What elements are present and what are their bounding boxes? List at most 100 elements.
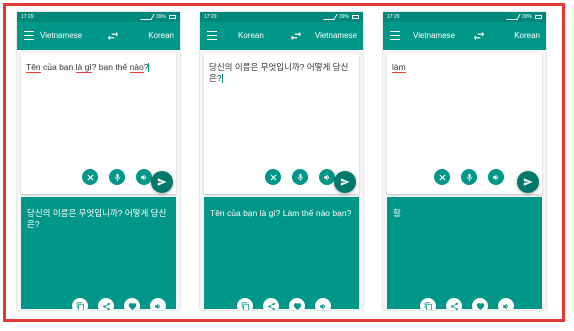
share-icon	[102, 302, 110, 310]
mic-icon	[114, 173, 120, 181]
heart-icon	[128, 302, 136, 310]
phone-screen-2: 17:29 39% Korean Vietnamese 당신의 이름은 무엇입니…	[200, 12, 363, 310]
signal-icon	[323, 14, 338, 20]
menu-icon[interactable]	[390, 31, 400, 41]
speak-output-button[interactable]	[498, 298, 514, 310]
translate-send-button[interactable]	[517, 171, 539, 193]
favorite-button[interactable]	[472, 298, 488, 310]
heart-icon	[293, 302, 301, 310]
input-word: ? bạn thế	[91, 62, 130, 72]
close-icon	[269, 173, 277, 181]
speaker-icon	[319, 303, 325, 309]
input-text-field[interactable]: Tên của bạn là gì? bạn thế nào?	[26, 62, 171, 73]
battery-icon	[352, 15, 359, 19]
input-word: Tên	[26, 62, 41, 73]
share-button[interactable]	[446, 298, 462, 310]
send-icon	[340, 178, 350, 186]
close-icon	[86, 173, 94, 181]
share-icon	[450, 302, 458, 310]
status-time: 17:29	[21, 14, 34, 20]
send-icon	[157, 178, 167, 186]
input-text-field[interactable]: 당신의 이름은 무엇입니까? 어떻게 당신은?	[209, 62, 354, 84]
status-indicators: 39%	[323, 12, 359, 22]
output-card: Tên của bạn là gì? Làm thế nào bạn?	[204, 197, 359, 310]
speaker-icon	[323, 174, 329, 180]
mic-icon	[466, 173, 472, 181]
battery-percent: 39%	[155, 14, 166, 20]
app-bar: Korean Vietnamese	[200, 22, 363, 50]
input-word: của bạn	[40, 62, 76, 72]
status-bar: 17:29 39%	[383, 12, 546, 22]
swap-icon[interactable]	[289, 29, 303, 43]
input-word: nào	[129, 62, 144, 73]
translation-output: Tên của bạn là gì? Làm thế nào bạn?	[210, 208, 352, 218]
phone-screen-1: 17:29 39% Vietnamese Korean Tên của bạn …	[17, 12, 180, 310]
app-bar: Vietnamese Korean	[17, 22, 180, 50]
clear-button[interactable]	[265, 169, 281, 185]
copy-button[interactable]	[72, 298, 88, 310]
target-language-button[interactable]: Korean	[488, 31, 540, 40]
input-card: làm	[387, 54, 542, 194]
target-language-button[interactable]: Korean	[122, 31, 174, 40]
share-button[interactable]	[98, 298, 114, 310]
copy-button[interactable]	[237, 298, 253, 310]
copy-icon	[76, 301, 84, 310]
share-icon	[267, 302, 275, 310]
status-bar: 17:29 39%	[200, 12, 363, 22]
source-language-button[interactable]: Vietnamese	[40, 31, 100, 40]
clear-button[interactable]	[434, 169, 450, 185]
speaker-icon	[502, 303, 508, 309]
speak-input-button[interactable]	[319, 169, 335, 185]
status-indicators: 39%	[140, 12, 176, 22]
input-text-field[interactable]: làm	[392, 62, 537, 73]
input-card: Tên của bạn là gì? bạn thế nào?	[21, 54, 176, 194]
mic-button[interactable]	[292, 169, 308, 185]
app-bar: Vietnamese Korean	[383, 22, 546, 50]
menu-icon[interactable]	[207, 31, 217, 41]
speaker-icon	[492, 174, 498, 180]
battery-percent: 39%	[338, 14, 349, 20]
battery-percent: 39%	[521, 14, 532, 20]
mic-button[interactable]	[109, 169, 125, 185]
status-time: 17:29	[204, 14, 217, 20]
translate-send-button[interactable]	[151, 171, 173, 193]
speak-input-button[interactable]	[136, 169, 152, 185]
heart-icon	[476, 302, 484, 310]
speak-output-button[interactable]	[315, 298, 331, 310]
battery-icon	[535, 15, 542, 19]
copy-icon	[424, 301, 432, 310]
input-word: 당신의 이름은 무엇입니까? 어떻게 당신은?	[209, 62, 349, 83]
speaker-icon	[154, 303, 160, 309]
status-time: 17:29	[387, 14, 400, 20]
mic-button[interactable]	[461, 169, 477, 185]
translation-output: 당신의 이름은 무엇입니까? 어떻게 당신은?	[27, 208, 167, 229]
swap-icon[interactable]	[106, 29, 120, 43]
menu-icon[interactable]	[24, 31, 34, 41]
input-card: 당신의 이름은 무엇입니까? 어떻게 당신은?	[204, 54, 359, 194]
favorite-button[interactable]	[289, 298, 305, 310]
signal-icon	[140, 14, 155, 20]
battery-icon	[169, 15, 176, 19]
input-word: là gì	[75, 62, 92, 73]
output-card: 할	[387, 197, 542, 310]
speak-output-button[interactable]	[150, 298, 166, 310]
input-word: làm	[392, 62, 406, 73]
source-language-button[interactable]: Vietnamese	[413, 31, 473, 40]
favorite-button[interactable]	[124, 298, 140, 310]
copy-button[interactable]	[420, 298, 436, 310]
swap-icon[interactable]	[472, 29, 486, 43]
clear-button[interactable]	[82, 169, 98, 185]
speak-input-button[interactable]	[488, 169, 504, 185]
signal-icon	[506, 14, 521, 20]
translation-output: 할	[393, 208, 401, 218]
translate-send-button[interactable]	[334, 171, 356, 193]
status-bar: 17:29 39%	[17, 12, 180, 22]
close-icon	[438, 173, 446, 181]
copy-icon	[241, 301, 249, 310]
phone-screen-3: 17:29 39% Vietnamese Korean làm 할	[383, 12, 546, 310]
target-language-button[interactable]: Vietnamese	[305, 31, 357, 40]
share-button[interactable]	[263, 298, 279, 310]
speaker-icon	[140, 174, 146, 180]
mic-icon	[297, 173, 303, 181]
send-icon	[523, 178, 533, 186]
